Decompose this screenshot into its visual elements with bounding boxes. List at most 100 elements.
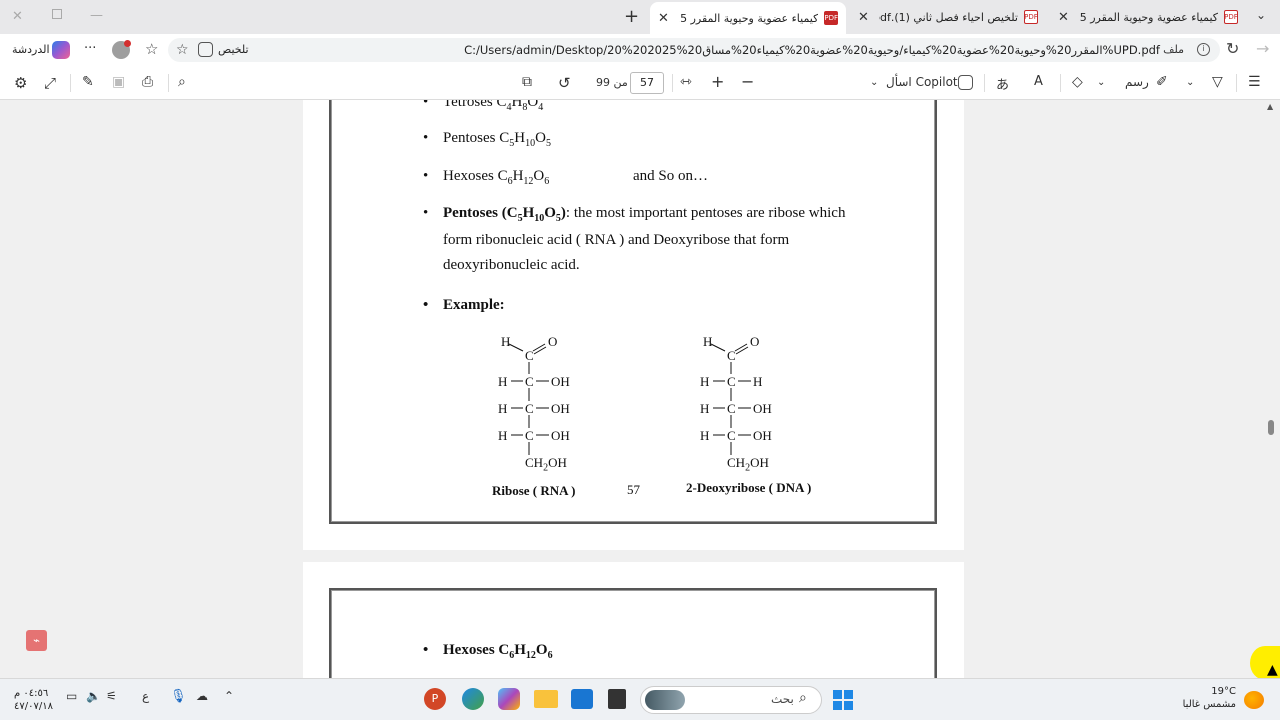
- close-tab-icon[interactable]: ✕: [658, 11, 669, 26]
- atom-c: C: [727, 428, 736, 443]
- divider: [70, 74, 71, 92]
- divider: [1060, 74, 1061, 92]
- clock[interactable]: ٠٤:٥٦ م ٤٧/٠٧/١٨: [14, 687, 53, 713]
- divider: [672, 74, 673, 92]
- draw-pen-icon[interactable]: ✐: [1156, 74, 1168, 90]
- divider: [168, 74, 169, 92]
- contents-list-icon[interactable]: ☰: [1248, 74, 1261, 90]
- fullscreen-icon[interactable]: ⤢: [44, 74, 56, 92]
- file-label: ملف: [1163, 43, 1184, 56]
- deoxyribose-caption: 2-Deoxyribose ( DNA ): [686, 480, 812, 495]
- address-row: الدردشة ··· ☆ ☆ تلخيص C:/Users/admin/Des…: [0, 34, 1280, 66]
- bullet-tetroses: Tetroses C4H8O4: [423, 100, 543, 113]
- tab-title: تلخيص احياء فصل ثاني (1).pdf: [879, 10, 1018, 24]
- address-bar[interactable]: ☆ تلخيص C:/Users/admin/Desktop/20%202025…: [168, 38, 1220, 62]
- zoom-out-icon[interactable]: −: [741, 72, 754, 91]
- volume-icon[interactable]: 🔈: [86, 689, 101, 703]
- zoom-in-icon[interactable]: +: [711, 72, 724, 91]
- group-oh: OH: [551, 401, 570, 416]
- page-view-icon[interactable]: ⧉: [522, 74, 532, 90]
- page-number-text: 57: [627, 482, 640, 497]
- fit-page-icon[interactable]: ⇿: [680, 74, 692, 90]
- close-window-icon[interactable]: ✕: [12, 9, 23, 24]
- minimize-window-icon[interactable]: —: [90, 8, 103, 23]
- file-explorer-icon[interactable]: [534, 690, 558, 708]
- print-icon[interactable]: ⎙: [142, 74, 153, 90]
- new-tab-icon[interactable]: +: [624, 6, 639, 27]
- url-text[interactable]: C:/Users/admin/Desktop/20%202025%المقرر2…: [464, 43, 1160, 57]
- copilot-icon[interactable]: [52, 41, 70, 59]
- profile-alert-badge: [124, 40, 131, 47]
- draw-chevron-down-icon[interactable]: ⌄: [1097, 77, 1105, 88]
- scrollbar-thumb[interactable]: [1268, 420, 1274, 435]
- refresh-icon[interactable]: ↻: [1226, 39, 1239, 58]
- language-indicator[interactable]: ع: [142, 689, 149, 703]
- atom-c: C: [525, 348, 534, 363]
- pdf-page-58: Hexoses C6H12O6: [303, 562, 964, 678]
- taskbar: ٠٤:٥٦ م ٤٧/٠٧/١٨ ▭ 🔈 ⚟ ع 🎙 ☁ ⌃ P بحث ⌕ 1…: [0, 678, 1280, 720]
- atom-c: C: [525, 428, 534, 443]
- microsoft-365-icon[interactable]: [498, 688, 520, 710]
- weather-description: مشمس غالبا: [1182, 699, 1236, 710]
- copilot-icon[interactable]: [958, 75, 973, 90]
- tab-active[interactable]: PDF كيمياء عضوية وحيوية المقرر 2025 :f ✕: [650, 2, 846, 34]
- highlight-icon[interactable]: ▽: [1212, 74, 1223, 90]
- taskbar-search-box[interactable]: بحث ⌕: [640, 686, 822, 714]
- copilot-chevron-down-icon[interactable]: ⌄: [870, 77, 878, 88]
- network-icon[interactable]: ⚟: [106, 689, 117, 703]
- atom-h: H: [498, 401, 508, 416]
- adobe-acrobat-icon[interactable]: ⌁: [26, 630, 47, 651]
- pdf-toolbar: ⚙ ⤢ ✎ ▣ ⎙ ⌕ ⧉ ↺ من 99 57 ⇿ + − ⌄ اسأل Co…: [0, 66, 1280, 100]
- store-icon[interactable]: [571, 689, 593, 709]
- read-aloud-icon[interactable]: A: [1034, 74, 1043, 89]
- ask-copilot-button[interactable]: اسأل Copilot: [886, 75, 958, 89]
- bullet-example: Example:: [423, 297, 505, 314]
- eraser-icon[interactable]: ◇: [1072, 74, 1083, 90]
- back-arrow-icon[interactable]: →: [1256, 39, 1269, 58]
- atom-c: C: [727, 348, 736, 363]
- summarize-icon[interactable]: [198, 42, 213, 57]
- draw-button[interactable]: رسم: [1125, 75, 1149, 89]
- windows-start-icon[interactable]: [833, 690, 853, 710]
- summarize-button[interactable]: تلخيص: [218, 43, 249, 56]
- page-number-input[interactable]: 57: [630, 72, 664, 94]
- terminal-app-icon[interactable]: [608, 689, 626, 709]
- group-oh: OH: [551, 428, 570, 443]
- show-hidden-icons-chevron-up-icon[interactable]: ⌃: [224, 689, 234, 703]
- edge-browser-icon[interactable]: [462, 688, 484, 710]
- tab-list-chevron-icon[interactable]: ⌄: [1256, 8, 1266, 22]
- tab-2[interactable]: PDF تلخيص احياء فصل ثاني (1).pdf ✕: [850, 4, 1046, 30]
- more-options-icon[interactable]: ···: [84, 41, 96, 56]
- chat-button[interactable]: الدردشة: [12, 43, 50, 56]
- pdf-viewer[interactable]: Tetroses C4H8O4 Pentoses C5H10O5 Hexoses…: [0, 100, 1280, 678]
- tab-1[interactable]: PDF كيمياء عضوية وحيوية المقرر 2025 :f ✕: [1050, 4, 1246, 30]
- battery-icon[interactable]: ▭: [66, 689, 77, 703]
- weather-sun-icon: [1244, 691, 1264, 709]
- mouse-cursor-icon: ▲: [1267, 662, 1278, 678]
- highlight-chevron-down-icon[interactable]: ⌄: [1186, 77, 1194, 88]
- scroll-up-arrow-icon[interactable]: ▲: [1267, 102, 1273, 111]
- info-icon[interactable]: i: [1197, 43, 1210, 56]
- atom-h: H: [703, 334, 713, 349]
- search-highlight-image: [645, 690, 685, 710]
- restore-window-icon[interactable]: [52, 9, 62, 19]
- group-oh: OH: [753, 428, 772, 443]
- cloud-offline-icon[interactable]: ☁: [196, 689, 208, 703]
- rotate-icon[interactable]: ↺: [558, 74, 571, 92]
- tab-title: كيمياء عضوية وحيوية المقرر 2025 :f: [1079, 10, 1218, 24]
- microphone-icon[interactable]: 🎙: [170, 689, 187, 704]
- save-as-icon[interactable]: ✎: [82, 74, 94, 90]
- settings-gear-icon[interactable]: ⚙: [14, 74, 27, 92]
- save-icon[interactable]: ▣: [112, 74, 125, 90]
- close-tab-icon[interactable]: ✕: [858, 10, 869, 25]
- close-tab-icon[interactable]: ✕: [1058, 10, 1069, 25]
- add-favorite-star-icon[interactable]: ☆: [176, 42, 189, 58]
- powerpoint-app-icon[interactable]: P: [424, 688, 446, 710]
- weather-widget[interactable]: 19°C مشمس غالبا: [1180, 685, 1236, 711]
- translate-icon[interactable]: あ: [996, 74, 1009, 93]
- atom-c: C: [727, 401, 736, 416]
- vertical-scrollbar[interactable]: ▲: [1262, 100, 1280, 678]
- search-icon[interactable]: ⌕: [178, 74, 186, 90]
- favorites-star-icon[interactable]: ☆: [145, 40, 158, 58]
- atom-c: C: [525, 374, 534, 389]
